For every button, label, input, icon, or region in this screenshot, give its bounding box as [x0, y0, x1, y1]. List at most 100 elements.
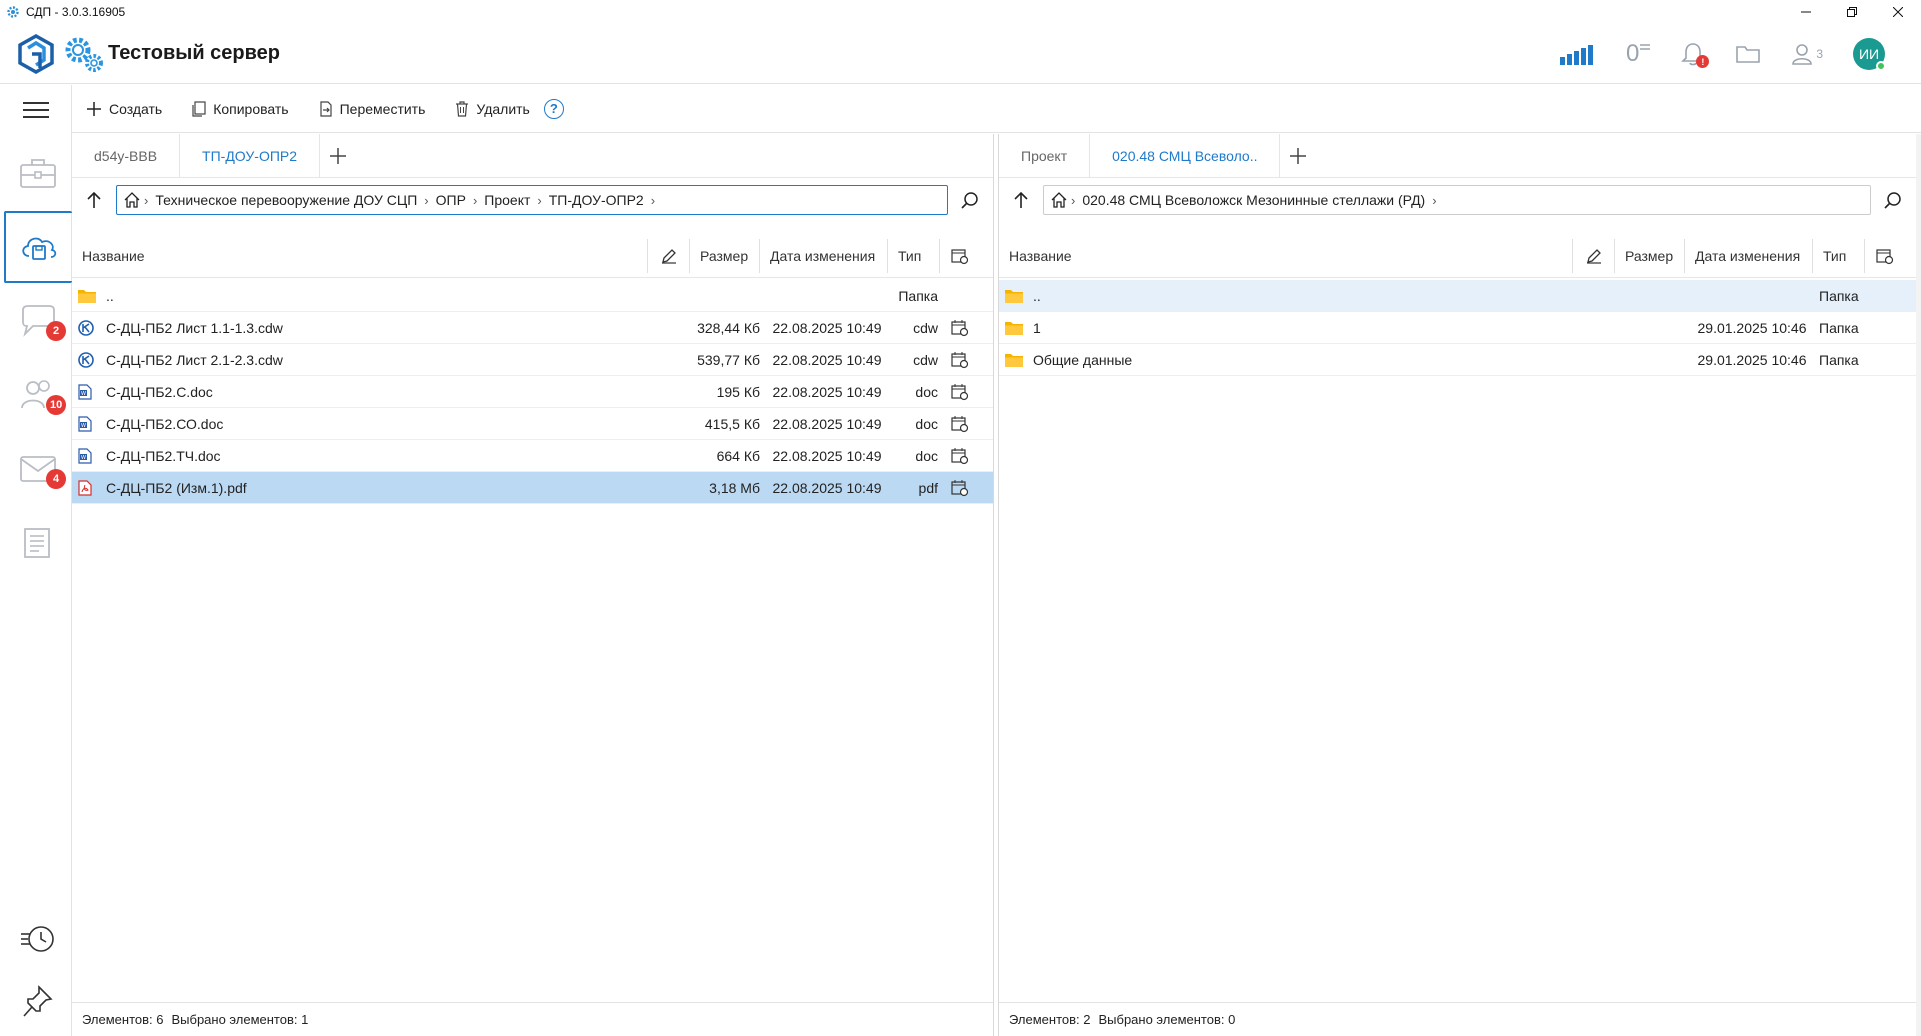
- minimize-button[interactable]: [1783, 0, 1829, 24]
- column-modified[interactable]: Дата изменения: [1685, 238, 1813, 273]
- add-tab-button[interactable]: [1280, 134, 1316, 178]
- connection-signal-indicator[interactable]: [1559, 34, 1596, 74]
- notifications-button[interactable]: !: [1681, 34, 1710, 74]
- home-icon[interactable]: [123, 191, 141, 209]
- breadcrumb-item[interactable]: Проект: [484, 192, 530, 208]
- file-size: 664 Кб: [716, 447, 760, 464]
- column-edit[interactable]: [1573, 238, 1615, 273]
- left-sidebar: 2 10 4: [0, 85, 72, 1036]
- file-modified: [1685, 280, 1813, 312]
- left-search-button[interactable]: [948, 178, 992, 222]
- breadcrumb-item[interactable]: Техническое перевооружение ДОУ СЦП: [155, 192, 417, 208]
- table-row[interactable]: .. Папка: [72, 280, 993, 312]
- sidebar-item-chat[interactable]: 2: [4, 285, 72, 357]
- file-modified: [760, 280, 888, 312]
- right-search-button[interactable]: [1871, 178, 1915, 222]
- table-row[interactable]: С-ДЦ-ПБ2 (Изм.1).pdf 3,18 Мб 22.08.2025 10…: [72, 472, 993, 504]
- folder-icon: [1005, 354, 1023, 367]
- cloud-disk-icon: [22, 237, 57, 260]
- tab-left-1[interactable]: d54y-BBB: [72, 133, 181, 178]
- left-path-row: › Техническое перевооружение ДОУ СЦП › О…: [72, 178, 993, 222]
- app-gear-icon: [7, 6, 19, 18]
- calendar-gear-icon: [1876, 248, 1894, 264]
- file-modified: 22.08.2025 10:49: [772, 415, 882, 432]
- file-modified: 22.08.2025 10:49: [772, 351, 882, 368]
- delete-button[interactable]: Удалить: [455, 101, 530, 117]
- arrow-up-icon: [1014, 191, 1028, 208]
- file-type: doc: [915, 383, 938, 400]
- column-settings[interactable]: [1865, 239, 1905, 273]
- calendar-gear-icon[interactable]: [951, 351, 969, 369]
- calendar-gear-icon[interactable]: [951, 319, 969, 337]
- column-size[interactable]: Размер: [690, 238, 760, 273]
- column-name[interactable]: Название: [999, 238, 1573, 273]
- queue-counter-value: 0: [1625, 40, 1640, 67]
- folder-icon: [1005, 322, 1023, 335]
- window-title: СДП - 3.0.3.16905: [26, 5, 126, 19]
- online-users-button[interactable]: 3: [1791, 34, 1823, 74]
- table-row[interactable]: 1 29.01.2025 10:46 Папка: [999, 312, 1916, 344]
- home-icon[interactable]: [1050, 191, 1068, 209]
- tab-left-2[interactable]: ТП-ДОУ-ОПР2: [180, 133, 321, 178]
- create-button[interactable]: Создать: [86, 101, 162, 117]
- help-icon[interactable]: ?: [543, 98, 564, 119]
- breadcrumb-item[interactable]: 020.48 СМЦ Всеволожск Мезонинные стеллаж…: [1082, 192, 1425, 208]
- navigate-up-button[interactable]: [72, 178, 116, 222]
- kompas-cdw-icon: [78, 351, 94, 368]
- file-name: С-ДЦ-ПБ2.ТЧ.doc: [106, 447, 221, 464]
- navigate-up-button[interactable]: [999, 178, 1043, 222]
- tab-right-2[interactable]: 020.48 СМЦ Всеволо..: [1090, 133, 1281, 178]
- breadcrumb-item[interactable]: ОПР: [436, 192, 466, 208]
- right-status-bar: Элементов: 2 Выбрано элементов: 0: [999, 1002, 1916, 1036]
- hamburger-icon: [23, 102, 49, 118]
- sidebar-item-pin[interactable]: [4, 965, 72, 1036]
- files-button[interactable]: [1735, 34, 1761, 74]
- column-size[interactable]: Размер: [1615, 238, 1685, 273]
- add-tab-button[interactable]: [320, 134, 356, 178]
- queue-counter[interactable]: 0: [1626, 34, 1651, 74]
- close-button[interactable]: [1875, 0, 1921, 24]
- notifications-badge: !: [1696, 55, 1710, 68]
- sidebar-item-contacts[interactable]: 10: [4, 359, 72, 431]
- table-row[interactable]: W С-ДЦ-ПБ2.ТЧ.doc 664 Кб 22.08.2025 10:49 do…: [72, 440, 993, 472]
- copy-button[interactable]: Копировать: [192, 101, 289, 117]
- file-size: 328,44 Кб: [697, 319, 760, 336]
- column-type[interactable]: Тип: [888, 238, 940, 273]
- column-modified[interactable]: Дата изменения: [760, 238, 888, 273]
- table-row[interactable]: Общие данные 29.01.2025 10:46 Папка: [999, 344, 1916, 376]
- hamburger-menu-button[interactable]: [0, 85, 72, 135]
- calendar-gear-icon[interactable]: [951, 383, 969, 401]
- column-name[interactable]: Название: [72, 238, 648, 273]
- sidebar-item-projects[interactable]: [4, 137, 72, 209]
- sidebar-item-mail[interactable]: 4: [4, 433, 72, 505]
- column-settings[interactable]: [940, 239, 980, 273]
- pencil-icon: [661, 248, 676, 264]
- table-row[interactable]: С-ДЦ-ПБ2 Лист 2.1-2.3.cdw 539,77 Кб 22.08.…: [72, 344, 993, 376]
- svg-text:W: W: [81, 455, 86, 461]
- plus-icon: [1290, 147, 1307, 164]
- right-breadcrumb[interactable]: › 020.48 СМЦ Всеволожск Мезонинные стелл…: [1043, 185, 1871, 215]
- table-row[interactable]: .. Папка: [999, 280, 1916, 312]
- column-edit[interactable]: [648, 238, 690, 273]
- sidebar-item-documents[interactable]: [4, 507, 72, 579]
- sidebar-item-cloud-storage[interactable]: [4, 211, 72, 283]
- folder-icon: [78, 290, 96, 303]
- file-modified: 29.01.2025 10:46: [1697, 319, 1807, 336]
- calendar-gear-icon[interactable]: [951, 479, 969, 497]
- table-row[interactable]: W С-ДЦ-ПБ2.С.doc 195 Кб 22.08.2025 10:49 doc: [72, 376, 993, 408]
- search-icon: [1884, 192, 1901, 209]
- restore-button[interactable]: [1829, 0, 1875, 24]
- table-row[interactable]: W С-ДЦ-ПБ2.СО.doc 415,5 Кб 22.08.2025 10:49…: [72, 408, 993, 440]
- action-toolbar: Создать Копировать Переместить Удалить ?: [72, 85, 1921, 133]
- pin-icon: [23, 985, 53, 1017]
- left-breadcrumb[interactable]: › Техническое перевооружение ДОУ СЦП › О…: [116, 185, 948, 215]
- move-button[interactable]: Переместить: [319, 101, 425, 117]
- calendar-gear-icon[interactable]: [951, 415, 969, 433]
- breadcrumb-item[interactable]: ТП-ДОУ-ОПР2: [549, 192, 644, 208]
- tab-right-1[interactable]: Проект: [999, 133, 1091, 178]
- file-modified: 29.01.2025 10:46: [1697, 351, 1807, 368]
- table-row[interactable]: С-ДЦ-ПБ2 Лист 1.1-1.3.cdw 328,44 Кб 22.08.…: [72, 312, 993, 344]
- column-type[interactable]: Тип: [1813, 238, 1865, 273]
- calendar-gear-icon[interactable]: [951, 447, 969, 465]
- user-avatar[interactable]: ИИ: [1853, 38, 1886, 71]
